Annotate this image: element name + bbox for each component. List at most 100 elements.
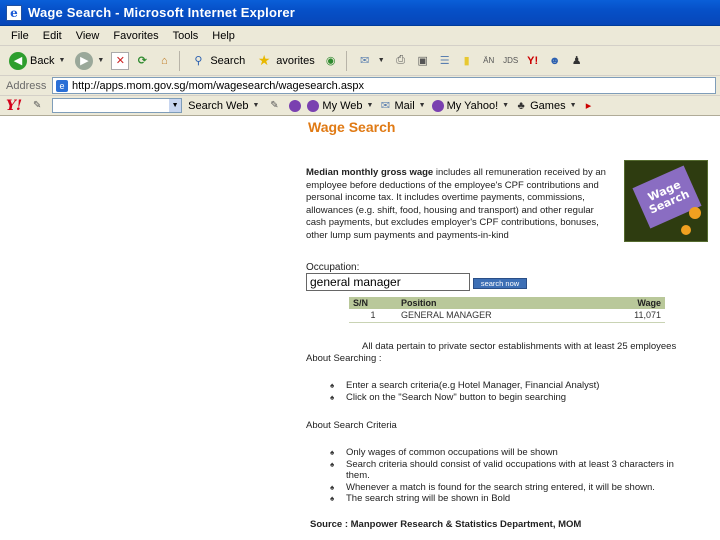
menu-help[interactable]: Help xyxy=(205,30,242,42)
highlight-icon[interactable]: ✎ xyxy=(265,97,283,115)
dropdown-arrow-icon[interactable]: ▼ xyxy=(169,99,182,112)
translate-icon[interactable]: JDS xyxy=(502,52,520,70)
home-icon[interactable]: ⌂ xyxy=(155,52,173,70)
menu-bar: File Edit View Favorites Tools Help xyxy=(0,26,720,46)
mail-link[interactable]: ✉ Mail ▼ xyxy=(379,97,426,115)
games-button[interactable]: ♣ Games ▼ xyxy=(515,97,577,115)
menu-edit[interactable]: Edit xyxy=(36,30,69,42)
results-header-row: S/N Position Wage xyxy=(349,297,665,309)
title-bar: e Wage Search - Microsoft Internet Explo… xyxy=(0,0,720,26)
games-label: Games xyxy=(530,99,566,112)
searching-list: Enter a search criteria(e.g Hotel Manage… xyxy=(330,380,599,403)
yahoo-dot-icon[interactable] xyxy=(289,99,302,112)
window-title: Wage Search - Microsoft Internet Explore… xyxy=(28,5,296,20)
research-icon[interactable]: ÄN xyxy=(480,52,498,70)
cell-wage: 11,071 xyxy=(589,309,665,323)
source-note: Source : Manpower Research & Statistics … xyxy=(310,519,582,530)
mail-button[interactable]: ✉ ▼ xyxy=(353,52,388,70)
results-table: S/N Position Wage 1 GENERAL MANAGER 11,0… xyxy=(349,297,665,323)
address-bar: Address e http://apps.mom.gov.sg/mom/wag… xyxy=(0,76,720,96)
note-icon[interactable]: ▮ xyxy=(458,52,476,70)
media-icon[interactable]: ◉ xyxy=(322,52,340,70)
toolbar-separator xyxy=(179,50,181,71)
back-button[interactable]: ◀ Back ▼ xyxy=(6,51,68,70)
menu-file[interactable]: File xyxy=(4,30,36,42)
menu-favorites[interactable]: Favorites xyxy=(106,30,165,42)
wage-search-banner: Wage Search xyxy=(624,160,708,242)
search-web-button[interactable]: Search Web ▼ xyxy=(188,100,259,112)
dropdown-arrow-icon: ▼ xyxy=(418,102,426,109)
wage-description: Median monthly gross wage includes all r… xyxy=(306,167,616,242)
dropdown-arrow-icon: ▼ xyxy=(97,57,105,64)
favorites-button[interactable]: ★ avorites xyxy=(252,52,318,70)
envelope-icon: ✉ xyxy=(380,100,391,112)
occupation-input[interactable]: general manager xyxy=(306,273,470,291)
discuss-icon[interactable]: ☰ xyxy=(436,52,454,70)
address-url: http://apps.mom.gov.sg/mom/wagesearch/wa… xyxy=(72,79,365,92)
my-web-button[interactable]: My Web ▼ xyxy=(307,99,374,112)
dropdown-arrow-icon: ▼ xyxy=(252,102,260,109)
description-text: includes all remuneration received by an… xyxy=(306,167,606,241)
list-item: Whenever a match is found for the search… xyxy=(330,482,700,494)
about-criteria-heading: About Search Criteria xyxy=(306,420,397,431)
search-label: Search xyxy=(210,54,246,67)
messenger-icon[interactable]: ☻ xyxy=(546,52,564,70)
my-web-label: My Web xyxy=(322,99,363,112)
magnifier-icon: ⚲ xyxy=(194,55,203,67)
games-icon: ♣ xyxy=(517,99,525,112)
standard-toolbar: ◀ Back ▼ ▶ ▼ ✕ ⟳ ⌂ ⚲ Search ★ avorites ◉… xyxy=(0,46,720,76)
mail-icon: ✉ xyxy=(360,55,370,67)
about-searching-heading: About Searching : xyxy=(306,353,382,364)
page-title: Wage Search xyxy=(308,119,396,135)
page-icon: e xyxy=(56,79,68,92)
my-yahoo-button[interactable]: My Yahoo! ▼ xyxy=(431,99,510,112)
search-web-label: Search Web xyxy=(188,99,249,112)
menu-view[interactable]: View xyxy=(69,30,107,42)
dropdown-arrow-icon: ▼ xyxy=(569,102,577,109)
banner-dot xyxy=(681,225,691,235)
list-item: Click on the "Search Now" button to begi… xyxy=(330,392,599,404)
table-row: 1 GENERAL MANAGER 11,071 xyxy=(349,309,665,323)
search-button[interactable]: ⚲ Search xyxy=(186,52,248,70)
star-icon: ★ xyxy=(257,52,271,68)
ie-logo-icon: e xyxy=(6,4,22,21)
edit-icon[interactable]: ▣ xyxy=(414,52,432,70)
print-icon[interactable]: ⎙ xyxy=(392,52,410,70)
toolbar-separator xyxy=(345,50,347,71)
list-item: Only wages of common occupations will be… xyxy=(330,447,700,459)
search-now-button[interactable]: search now xyxy=(473,278,527,289)
dropdown-arrow-icon: ▼ xyxy=(58,57,66,64)
page-viewport: Wage Search Median monthly gross wage in… xyxy=(0,117,720,540)
dropdown-arrow-icon: ▼ xyxy=(502,102,510,109)
yahoo-logo-icon[interactable]: Y! xyxy=(6,98,22,114)
forward-button[interactable]: ▶ ▼ xyxy=(72,51,107,70)
occupation-label: Occupation: xyxy=(306,262,360,273)
address-input[interactable]: e http://apps.mom.gov.sg/mom/wagesearch/… xyxy=(52,77,716,94)
data-note: All data pertain to private sector estab… xyxy=(362,341,677,352)
dropdown-arrow-icon: ▼ xyxy=(377,57,385,64)
list-item: Search criteria should consist of valid … xyxy=(330,459,700,482)
description-bold: Median monthly gross wage xyxy=(306,167,434,178)
my-yahoo-label: My Yahoo! xyxy=(446,99,499,112)
yahoo-search-input[interactable]: ▼ xyxy=(52,98,183,113)
back-label: Back xyxy=(30,54,55,67)
stop-icon[interactable]: ✕ xyxy=(111,51,130,70)
banner-card: Wage Search xyxy=(632,165,702,229)
menu-tools[interactable]: Tools xyxy=(166,30,206,42)
penguin-icon[interactable]: ♟ xyxy=(568,52,586,70)
dropdown-arrow-icon: ▼ xyxy=(366,102,374,109)
pencil-icon[interactable]: ✎ xyxy=(28,97,46,115)
banner-dot xyxy=(689,207,701,219)
yahoo-button-icon[interactable]: Y! xyxy=(524,52,542,70)
refresh-icon[interactable]: ⟳ xyxy=(133,52,151,70)
my-yahoo-icon xyxy=(431,99,444,112)
list-item: The search string will be shown in Bold xyxy=(330,493,700,505)
yahoo-toolbar: Y! ✎ ▼ Search Web ▼ ✎ My Web ▼ ✉ Mail ▼ … xyxy=(0,96,720,116)
favorites-label: avorites xyxy=(276,54,315,67)
address-label: Address xyxy=(6,79,47,92)
my-web-icon xyxy=(307,99,320,112)
more-icon[interactable]: ▸ xyxy=(583,97,595,115)
criteria-list: Only wages of common occupations will be… xyxy=(330,447,700,505)
header-sn: S/N xyxy=(349,297,397,309)
forward-arrow-icon: ▶ xyxy=(75,51,94,70)
